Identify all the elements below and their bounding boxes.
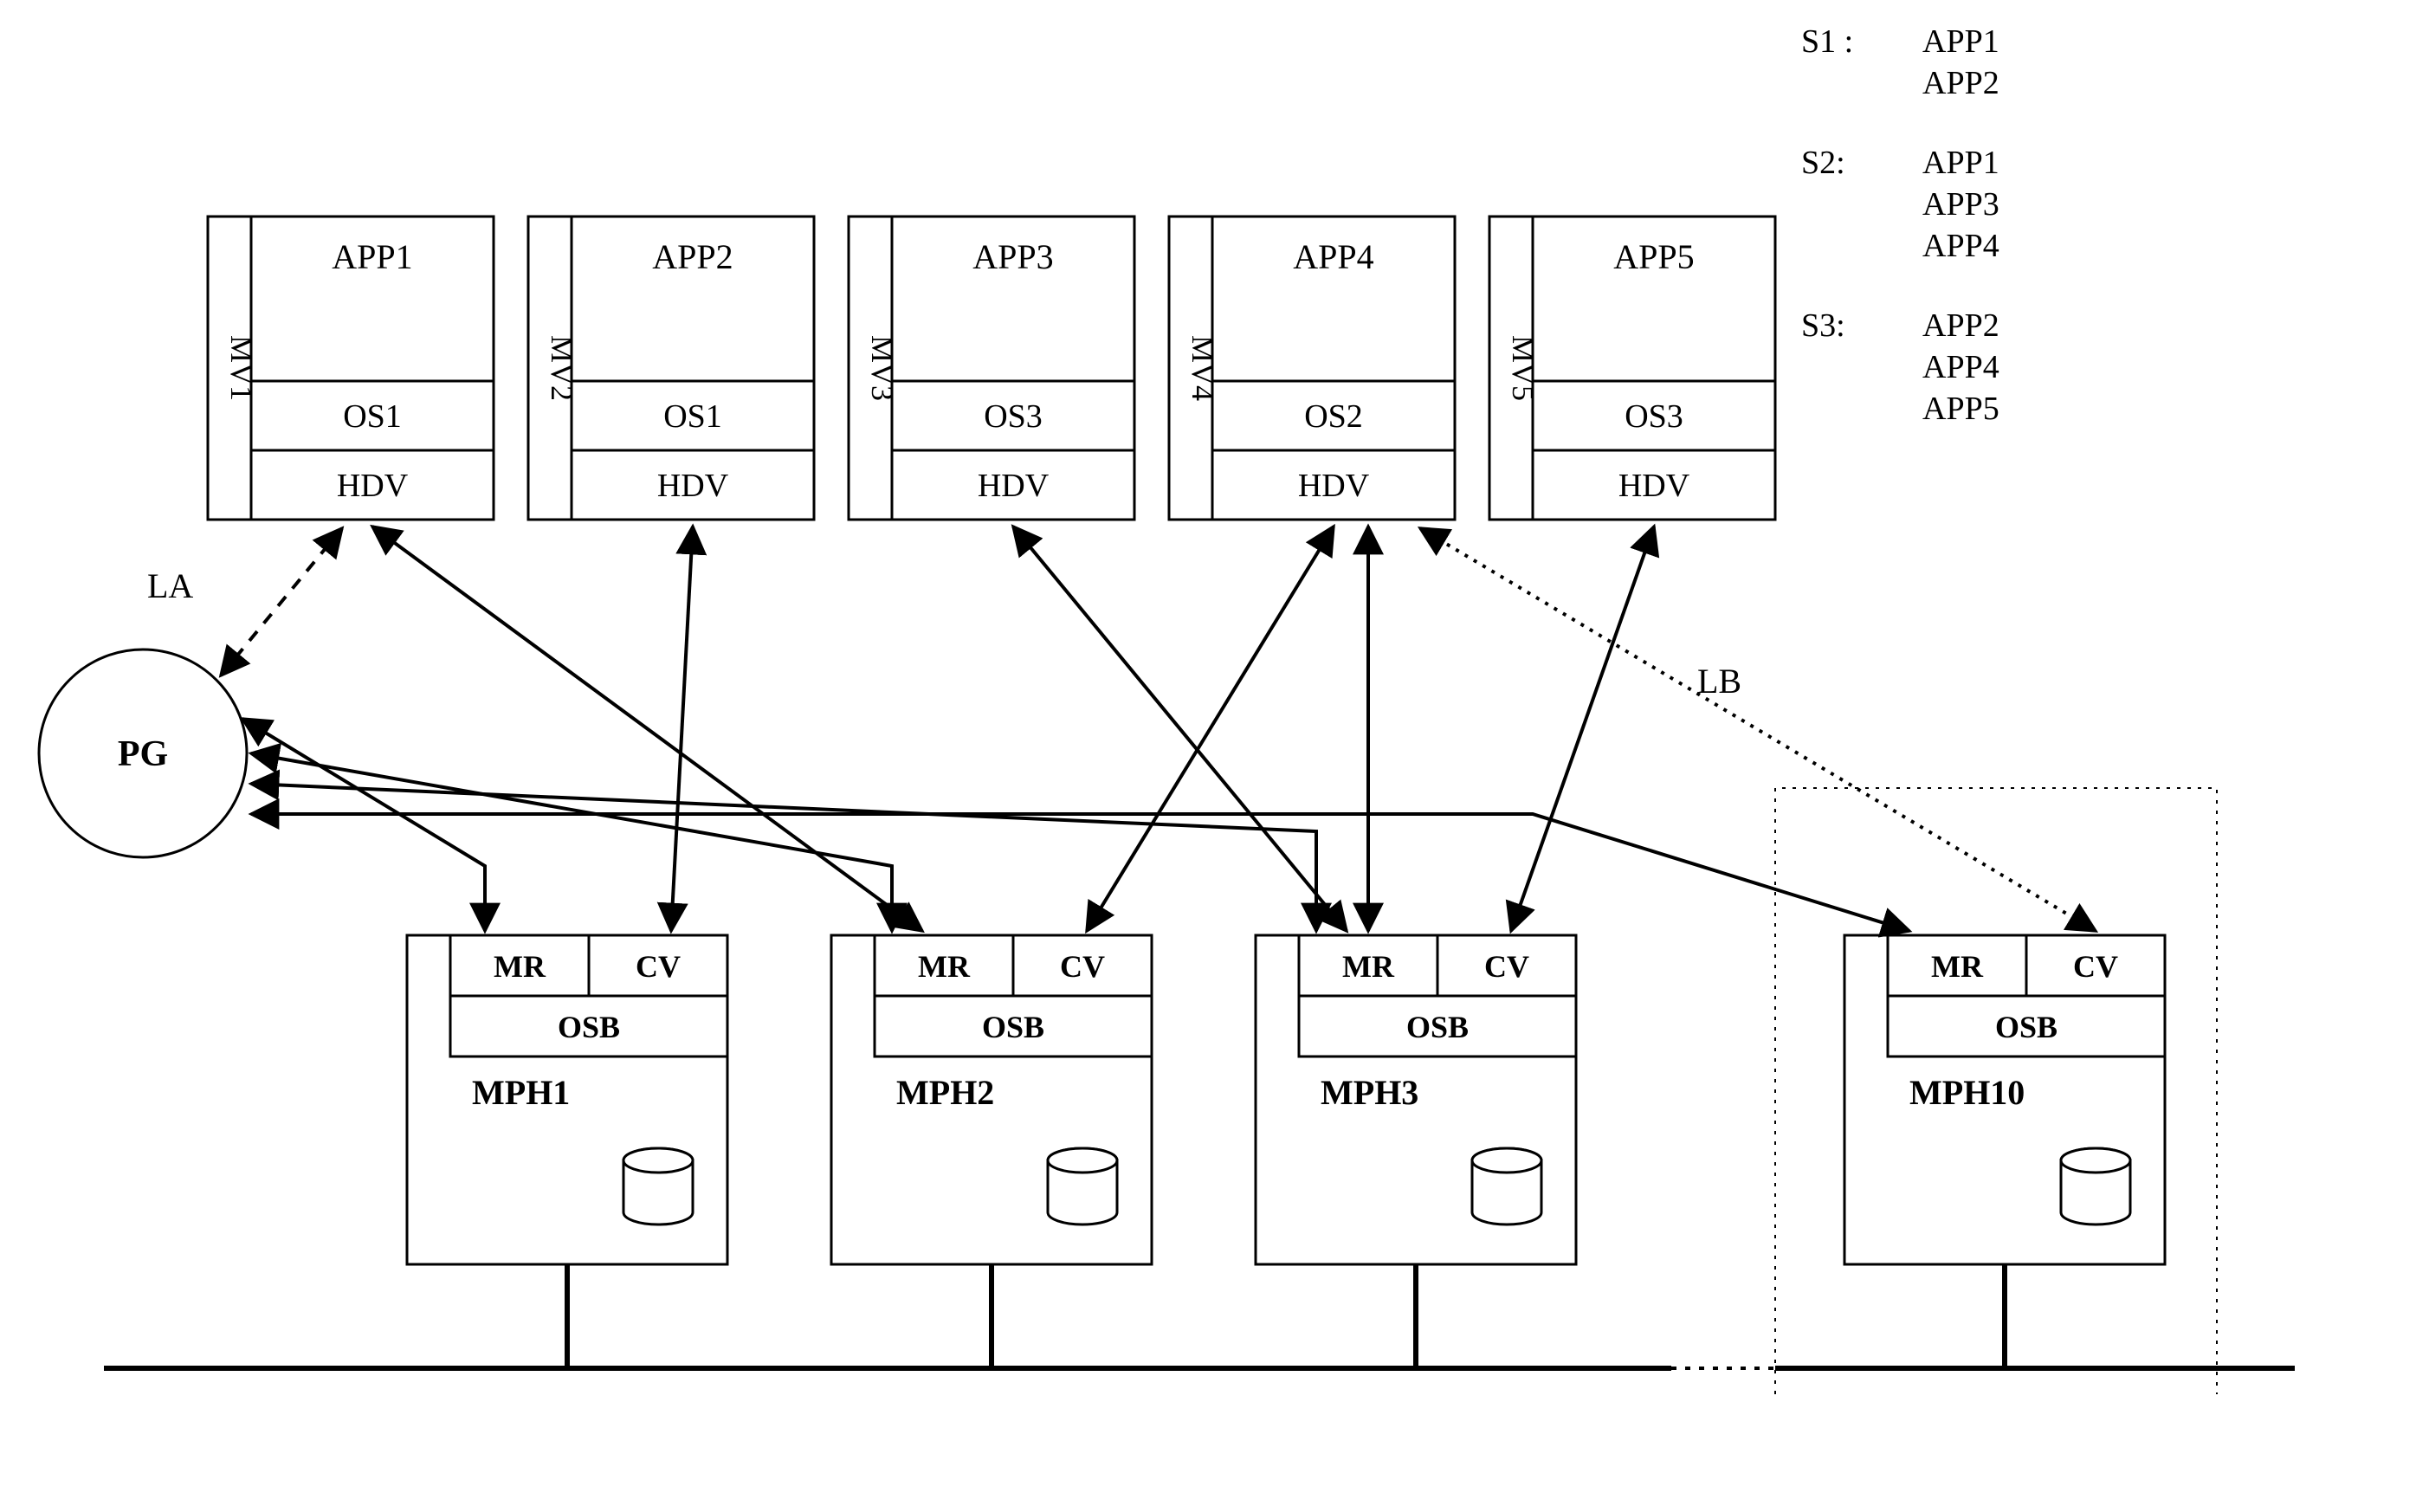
mv3-hdv: HDV [978,468,1050,504]
mv5-hdv: HDV [1618,468,1690,504]
arrow-mv2-mph1 [671,527,693,931]
mph-block-10: MR CV OSB MPH10 [1844,935,2165,1264]
arrow-mv1-mph2 [372,527,922,931]
legend: S1 : APP1 APP2 S2: APP1 APP3 APP4 S3: AP… [1801,23,1999,427]
legend-s3-label: S3: [1801,307,1845,344]
mv1-app: APP1 [332,237,412,276]
legend-s2-item-1: APP3 [1922,186,1999,223]
arrow-pg-mph3 [251,784,1316,931]
arrow-pg-mph2 [251,753,892,931]
mv4-hdv: HDV [1298,468,1370,504]
mph3-name: MPH3 [1321,1073,1418,1112]
mv1-os: OS1 [343,398,402,435]
architecture-diagram: S1 : APP1 APP2 S2: APP1 APP3 APP4 S3: AP… [0,0,2416,1512]
mv-row: MV1 APP1 OS1 HDV MV2 APP2 OS1 HDV MV3 AP… [208,216,1775,520]
mph-block-3: MR CV OSB MPH3 [1256,935,1576,1264]
legend-s2-item-0: APP1 [1922,145,1999,181]
legend-s2-label: S2: [1801,145,1845,181]
disk-icon [1472,1148,1541,1224]
mv-block-5: MV5 APP5 OS3 HDV [1489,216,1775,520]
mph3-osb: OSB [1406,1010,1469,1044]
mv-block-3: MV3 APP3 OS3 HDV [849,216,1134,520]
legend-s3-item-0: APP2 [1922,307,1999,344]
mv-block-1: MV1 APP1 OS1 HDV [208,216,494,520]
disk-icon [623,1148,693,1224]
mph10-mr: MR [1931,949,1984,984]
mv3-os: OS3 [984,398,1043,435]
mv3-label: MV3 [865,335,900,401]
la-label: LA [147,566,193,605]
mv4-label: MV4 [1185,335,1220,401]
mph-block-1: MR CV OSB MPH1 [407,935,727,1264]
legend-s1-label: S1 : [1801,23,1853,60]
pg-label: PG [118,734,168,774]
legend-s3-item-2: APP5 [1922,391,1999,427]
network-bus [104,1264,2295,1368]
mv4-os: OS2 [1304,398,1363,435]
mph1-osb: OSB [558,1010,620,1044]
mph2-mr: MR [918,949,971,984]
disk-icon [1048,1148,1117,1224]
mph2-cv: CV [1060,949,1105,984]
arrow-pg-mph1 [242,719,485,931]
arrow-lb [1420,528,2096,931]
mph10-osb: OSB [1995,1010,2057,1044]
mv-block-2: MV2 APP2 OS1 HDV [528,216,814,520]
mph10-name: MPH10 [1909,1073,2025,1112]
mv4-app: APP4 [1293,237,1373,276]
arrow-la [221,528,342,675]
mv2-hdv: HDV [657,468,729,504]
arrow-pg-mph10 [251,814,1909,931]
legend-s1-item-1: APP2 [1922,65,1999,101]
mv5-app: APP5 [1613,237,1694,276]
mv1-hdv: HDV [337,468,409,504]
mph2-name: MPH2 [896,1073,994,1112]
mv3-app: APP3 [972,237,1053,276]
mv2-os: OS1 [663,398,722,435]
mph3-mr: MR [1342,949,1395,984]
mph1-cv: CV [636,949,681,984]
mv-block-4: MV4 APP4 OS2 HDV [1169,216,1455,520]
legend-s2-item-2: APP4 [1922,228,1999,264]
mph10-cv: CV [2073,949,2118,984]
mv5-label: MV5 [1506,335,1541,401]
mph-row: MR CV OSB MPH1 MR CV OSB MPH2 [407,935,2165,1264]
legend-s1-item-0: APP1 [1922,23,1999,60]
arrows [221,527,2096,931]
mv2-app: APP2 [652,237,733,276]
legend-s3-item-1: APP4 [1922,349,1999,385]
mph-block-2: MR CV OSB MPH2 [831,935,1152,1264]
mph2-osb: OSB [982,1010,1044,1044]
mph3-cv: CV [1484,949,1529,984]
mph1-name: MPH1 [472,1073,570,1112]
mv1-label: MV1 [224,335,259,401]
mv2-label: MV2 [545,335,579,401]
lb-label: LB [1697,662,1741,701]
arrow-mv5-mph3 [1511,527,1654,931]
disk-icon [2061,1148,2130,1224]
pg-node: PG [39,649,247,857]
mph1-mr: MR [494,949,546,984]
mv5-os: OS3 [1625,398,1683,435]
